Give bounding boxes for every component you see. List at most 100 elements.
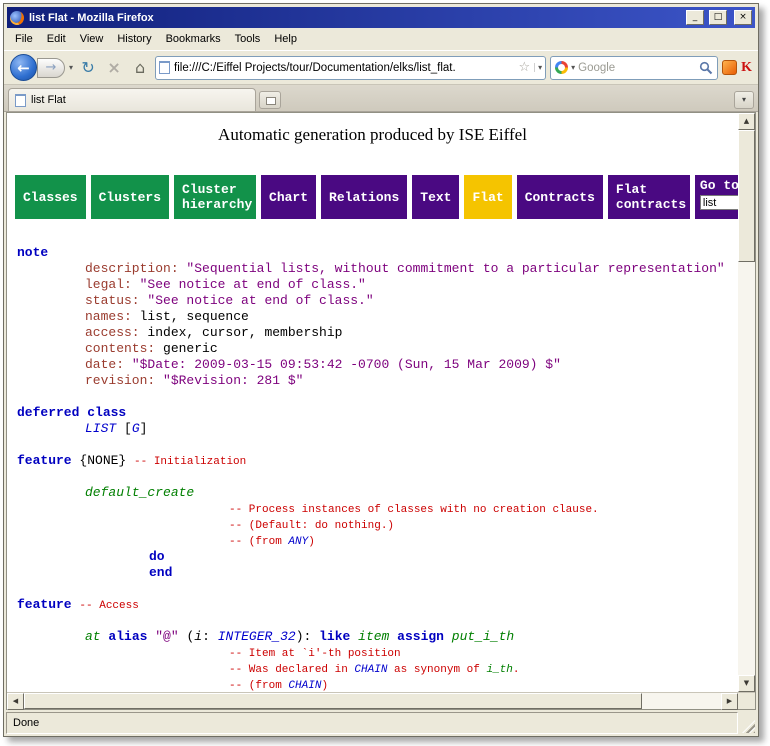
code-line: feature -- Access	[17, 597, 738, 613]
class-link[interactable]: CHAIN	[288, 680, 321, 692]
nav-button-clusters[interactable]: Clusters	[91, 175, 169, 219]
code-token: "Sequential lists, without commitment to…	[186, 261, 724, 276]
nav-button-text[interactable]: Text	[412, 175, 459, 219]
code-line: names: list, sequence	[17, 309, 738, 325]
code-token: (	[179, 629, 195, 644]
menu-file[interactable]: File	[8, 30, 40, 48]
code-line	[17, 613, 738, 629]
horizontal-scroll-track[interactable]	[642, 693, 721, 709]
code-token: i	[194, 629, 202, 644]
minimize-button[interactable]: _	[686, 10, 704, 25]
search-input[interactable]	[578, 62, 696, 74]
nav-button-flat[interactable]: Flat	[464, 175, 511, 219]
class-link[interactable]: INTEGER_32	[218, 629, 296, 644]
code-line: -- (from CHAIN)	[17, 677, 738, 692]
page-title: Automatic generation produced by ISE Eif…	[7, 125, 738, 145]
resize-grip[interactable]	[740, 712, 756, 734]
scroll-down-icon[interactable]: ▼	[738, 675, 755, 692]
menu-edit[interactable]: Edit	[40, 30, 73, 48]
class-link[interactable]: ANY	[288, 536, 308, 548]
feature-link[interactable]: put_i_th	[452, 629, 514, 644]
menu-tools[interactable]: Tools	[228, 30, 268, 48]
back-button[interactable]: ←	[10, 54, 37, 81]
code-line: access: index, cursor, membership	[17, 325, 738, 341]
code-token: date:	[85, 357, 132, 372]
firefox-window: list Flat - Mozilla Firefox _ □ × File E…	[3, 3, 759, 737]
code-token: "See notice at end of class."	[140, 277, 366, 292]
class-link[interactable]: LIST	[85, 421, 116, 436]
maximize-button[interactable]: □	[709, 10, 727, 25]
refresh-button[interactable]: ↻	[77, 57, 99, 79]
feature-link[interactable]: at	[85, 629, 101, 644]
stop-button[interactable]: ×	[103, 57, 125, 79]
code-line: -- (Default: do nothing.)	[17, 517, 738, 533]
scroll-right-icon[interactable]: ▶	[721, 693, 738, 710]
url-dropdown-icon[interactable]: ▾	[534, 63, 542, 72]
k-addon-icon[interactable]: K	[741, 60, 752, 76]
code-token: alias	[108, 629, 147, 644]
class-link[interactable]: CHAIN	[354, 664, 387, 676]
address-bar[interactable]: ☆ ▾	[155, 56, 546, 80]
code-line: -- Was declared in CHAIN as synonym of i…	[17, 661, 738, 677]
code-token: names:	[85, 309, 140, 324]
code-token: description:	[85, 261, 186, 276]
code-line: description: "Sequential lists, without …	[17, 261, 738, 277]
feature-link[interactable]: i_th	[486, 664, 512, 676]
title-bar[interactable]: list Flat - Mozilla Firefox _ □ ×	[7, 7, 755, 28]
search-bar[interactable]: ▾	[550, 56, 718, 80]
scroll-left-icon[interactable]: ◀	[7, 693, 24, 710]
history-dropdown-icon[interactable]: ▾	[69, 63, 73, 72]
goto-input[interactable]	[700, 195, 738, 210]
code-token: )	[308, 536, 315, 548]
search-icon[interactable]	[699, 61, 713, 75]
code-token: status:	[85, 293, 147, 308]
search-engine-dropdown-icon[interactable]: ▾	[571, 63, 575, 72]
code-token: feature	[17, 453, 72, 468]
feature-link[interactable]: item	[358, 629, 389, 644]
nav-button-flat-contracts[interactable]: Flat contracts	[608, 175, 690, 219]
home-button[interactable]: ⌂	[129, 57, 151, 79]
nav-button-relations[interactable]: Relations	[321, 175, 407, 219]
bookmark-star-icon[interactable]: ☆	[518, 60, 530, 75]
code-token: ):	[296, 629, 319, 644]
horizontal-scroll-thumb[interactable]	[24, 693, 642, 709]
menu-help[interactable]: Help	[267, 30, 304, 48]
code-token: "$Date: 2009-03-15 09:53:42 -0700 (Sun, …	[132, 357, 561, 372]
code-token: generic	[163, 341, 218, 356]
tab-list-flat[interactable]: list Flat	[8, 88, 256, 111]
code-line: -- Process instances of classes with no …	[17, 501, 738, 517]
code-token: assign	[397, 629, 444, 644]
url-input[interactable]	[174, 62, 514, 74]
scroll-up-icon[interactable]: ▲	[738, 113, 755, 130]
nav-button-chart[interactable]: Chart	[261, 175, 316, 219]
code-token: [	[116, 421, 132, 436]
menu-history[interactable]: History	[110, 30, 158, 48]
nav-button-cluster-hierarchy[interactable]: Cluster hierarchy	[174, 175, 256, 219]
code-token: as synonym of	[387, 664, 486, 676]
code-token: -- (from	[229, 536, 288, 548]
page-favicon	[159, 61, 170, 74]
vertical-scrollbar[interactable]: ▲ ▼	[738, 113, 755, 692]
code-line	[17, 581, 738, 597]
nav-button-contracts[interactable]: Contracts	[517, 175, 603, 219]
code-token: -- Initialization	[134, 456, 246, 468]
orange-addon-icon[interactable]	[722, 60, 737, 75]
code-token: end	[149, 565, 172, 580]
horizontal-scrollbar[interactable]: ◀ ▶	[7, 693, 738, 709]
class-link[interactable]: G	[132, 421, 140, 436]
list-all-tabs-button[interactable]: ▾	[734, 91, 754, 109]
code-token: like	[319, 629, 350, 644]
feature-link[interactable]: default_create	[85, 485, 194, 500]
menu-view[interactable]: View	[73, 30, 111, 48]
nav-button-classes[interactable]: Classes	[15, 175, 86, 219]
firefox-icon	[10, 11, 24, 25]
code-line: end	[17, 565, 738, 581]
vertical-scroll-track[interactable]	[738, 262, 755, 675]
code-token: note	[17, 245, 48, 260]
code-token: "$Revision: 281 $"	[163, 373, 303, 388]
close-button[interactable]: ×	[734, 10, 752, 25]
new-tab-button[interactable]	[259, 91, 281, 109]
menu-bookmarks[interactable]: Bookmarks	[159, 30, 228, 48]
vertical-scroll-thumb[interactable]	[738, 130, 755, 262]
forward-button[interactable]: →	[37, 58, 65, 78]
